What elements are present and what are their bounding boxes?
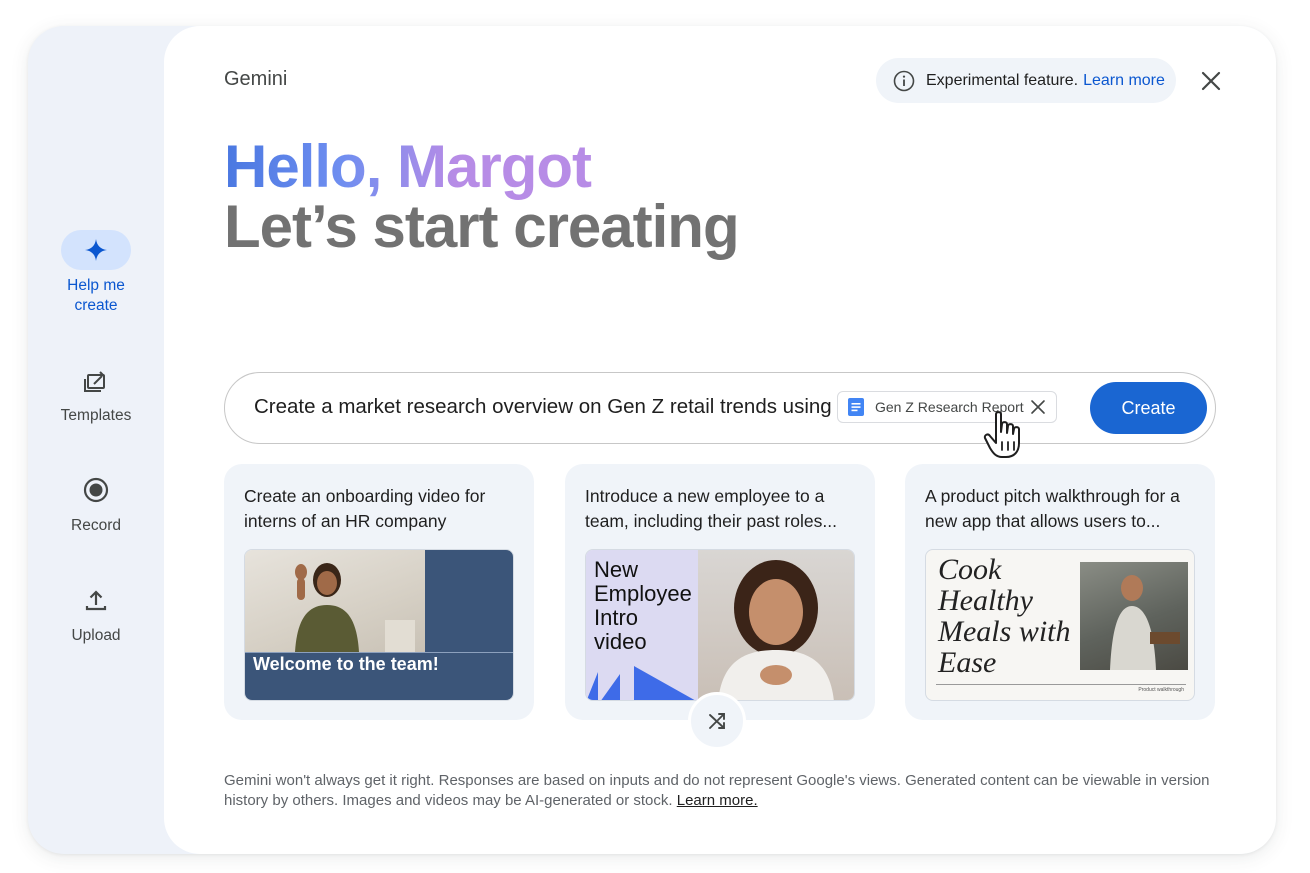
- notice-text: Experimental feature.: [926, 71, 1079, 89]
- suggestion-thumbnail: New Employee Intro video: [585, 549, 855, 701]
- woman-waving-photo: [245, 550, 425, 652]
- prompt-input[interactable]: Create a market research overview on Gen…: [224, 372, 1216, 444]
- woman-talking-photo: [698, 550, 854, 700]
- suggestion-card[interactable]: Introduce a new employee to a team, incl…: [565, 464, 875, 720]
- info-icon: [893, 70, 915, 91]
- chef-photo: [1080, 562, 1188, 670]
- app-title: Gemini: [224, 68, 288, 90]
- templates-icon: [61, 360, 131, 400]
- rail-label: Templates: [60, 407, 132, 424]
- shuffle-icon: [709, 713, 725, 729]
- upload-icon: [61, 580, 131, 620]
- suggestion-text: A product pitch walkthrough for a new ap…: [925, 486, 1180, 531]
- hand-cursor-icon: [983, 411, 1020, 458]
- suggestion-text: Create an onboarding video for interns o…: [244, 486, 486, 531]
- create-button[interactable]: Create: [1090, 382, 1207, 434]
- thumbnail-title: Welcome to the team!: [253, 654, 439, 674]
- docs-icon: [848, 398, 864, 416]
- prompt-text[interactable]: Create a market research overview on Gen…: [254, 395, 832, 419]
- suggestion-thumbnail: Welcome to the team!: [244, 549, 514, 701]
- disclaimer: Gemini won't always get it right. Respon…: [224, 772, 1210, 809]
- rail-item-templates[interactable]: Templates: [28, 360, 164, 426]
- greeting-subtitle: Let’s start creating: [224, 193, 740, 260]
- suggestion-card[interactable]: A product pitch walkthrough for a new ap…: [905, 464, 1215, 720]
- thumbnail-caption: Product walkthrough: [1138, 687, 1184, 693]
- suggestion-card[interactable]: Create an onboarding video for interns o…: [224, 464, 534, 720]
- suggestion-text: Introduce a new employee to a team, incl…: [585, 486, 837, 531]
- thumbnail-title: Cook Healthy Meals with Ease: [938, 553, 1071, 679]
- thumbnail-title: New Employee Intro video: [594, 557, 692, 654]
- sparkle-icon: [61, 230, 131, 270]
- greeting-title: Hello, Margot: [224, 134, 644, 200]
- side-rail: Help me create Templates Record Upload: [28, 26, 164, 854]
- rail-item-record[interactable]: Record: [28, 470, 164, 536]
- disclaimer-learn-more-link[interactable]: Learn more.: [677, 792, 758, 809]
- main-panel: Gemini Experimental feature. Learn more …: [164, 26, 1276, 854]
- remove-attachment-icon[interactable]: [1030, 399, 1046, 415]
- experimental-notice: Experimental feature. Learn more: [876, 58, 1176, 103]
- record-icon: [61, 470, 131, 510]
- rail-item-upload[interactable]: Upload: [28, 580, 164, 646]
- rail-label: Record: [71, 517, 121, 534]
- rail-label: Help me create: [67, 277, 125, 314]
- learn-more-link[interactable]: Learn more: [1083, 72, 1165, 90]
- gemini-dialog: Help me create Templates Record Upload G…: [28, 26, 1276, 854]
- rail-item-help-me-create[interactable]: Help me create: [28, 230, 164, 316]
- suggestion-thumbnail: Cook Healthy Meals with Ease Product wal…: [925, 549, 1195, 701]
- shuffle-suggestions-button[interactable]: [688, 692, 746, 750]
- close-button[interactable]: [1194, 64, 1228, 98]
- rail-label: Upload: [71, 627, 121, 644]
- close-icon: [1201, 71, 1221, 91]
